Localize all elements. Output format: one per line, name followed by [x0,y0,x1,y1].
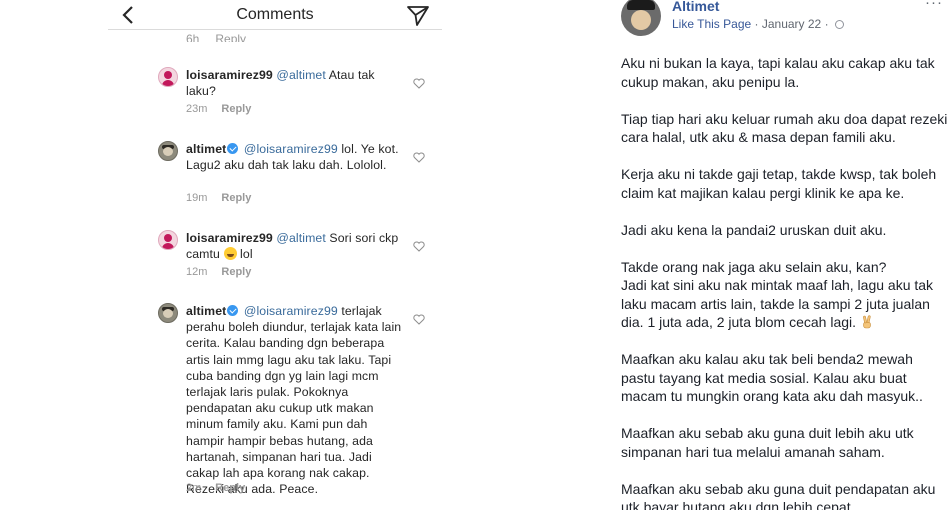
reply-link[interactable]: Reply [221,266,251,278]
reply-link[interactable]: Reply [221,192,251,204]
instagram-comments-screenshot: Comments 6h Reply loisaramirez99 @altimet… [108,0,442,510]
comment-body-suffix: lol [236,247,253,262]
comments-header: Comments [108,0,442,30]
facebook-post: Altimet ··· Like This Page · January 22 … [606,0,949,510]
post-date[interactable]: January 22 [762,17,821,31]
post-paragraph: Maafkan aku sebab aku guna duit lebih ak… [621,425,914,460]
comment-username[interactable]: altimet [186,142,226,156]
comment-meta: 23m Reply [186,103,251,115]
like-page-link[interactable]: Like This Page [672,17,751,31]
grinning-sweat-emoji-icon [223,247,237,261]
previous-comment-meta: 6h Reply [186,30,386,42]
heart-icon[interactable] [413,152,425,163]
comment-text: loisaramirez99 @altimet Sori sori ckp ca… [186,230,408,262]
comments-title: Comments [236,6,314,23]
more-options-icon[interactable]: ··· [925,0,943,11]
comment-mention[interactable]: @altimet [276,68,326,82]
comment-mention[interactable]: @loisaramirez99 [244,142,338,156]
comment-username[interactable]: altimet [186,304,226,318]
comment-text: altimet @loisaramirez99 lol. Ye kot. Lag… [186,141,408,173]
direct-send-icon[interactable] [406,5,430,27]
comment-mention[interactable]: @altimet [276,231,326,245]
comment-time: 23m [186,103,208,115]
comment-time: 6h [186,32,200,42]
comment-time: 2m [186,482,202,494]
post-paragraph: Maafkan aku sebab aku guna duit pendapat… [621,480,936,510]
post-paragraph: Maafkan aku kalau aku tak beli benda2 me… [621,351,923,404]
page-name[interactable]: Altimet [672,0,719,14]
avatar[interactable] [158,230,178,250]
comment-username[interactable]: loisaramirez99 [186,231,273,245]
post-meta: Like This Page · January 22 · [672,17,844,31]
avatar[interactable] [158,67,178,87]
comment-body: terlajak perahu boleh diundur, terlajak … [186,304,402,497]
comment-meta: 19m Reply [186,192,251,204]
comment-username[interactable]: loisaramirez99 [186,68,273,82]
meta-separator: · [824,17,829,31]
post-paragraph: Takde orang nak jaga aku selain aku, kan… [621,258,934,331]
reply-link[interactable]: Reply [221,103,251,115]
comment-text: loisaramirez99 @altimet Atau tak laku? [186,67,408,99]
comment-meta: 2m Reply [186,482,245,494]
public-globe-icon [834,20,844,29]
avatar[interactable] [158,141,178,161]
page-avatar[interactable] [621,0,661,36]
verified-badge-icon [227,305,239,316]
reply-link[interactable]: Reply [215,32,246,42]
post-paragraph-with-emoji: Takde orang nak jaga aku selain aku, kan… [621,258,949,332]
post-paragraph: Aku ni bukan la kaya, tapi kalau aku cak… [621,55,935,90]
victory-hand-emoji-icon [863,315,871,329]
post-paragraph: Tiap tiap hari aku keluar rumah aku doa … [621,110,948,146]
heart-icon[interactable] [413,314,425,325]
comment-time: 19m [186,192,208,204]
avatar[interactable] [158,303,178,323]
verified-badge-icon [227,143,239,154]
heart-icon[interactable] [413,241,425,252]
comment-mention[interactable]: @loisaramirez99 [244,304,338,318]
meta-separator: · [754,17,759,31]
post-body: Aku ni bukan la kaya, tapi kalau aku cak… [621,54,949,510]
heart-icon[interactable] [413,78,425,89]
comment-meta: 12m Reply [186,266,251,278]
post-paragraph: Kerja aku ni takde gaji tetap, takde kws… [621,166,937,201]
comment-text: altimet @loisaramirez99 terlajak perahu … [186,303,408,497]
post-paragraph: Jadi aku kena la pandai2 uruskan duit ak… [621,221,887,238]
reply-link[interactable]: Reply [215,482,245,494]
comment-time: 12m [186,266,208,278]
